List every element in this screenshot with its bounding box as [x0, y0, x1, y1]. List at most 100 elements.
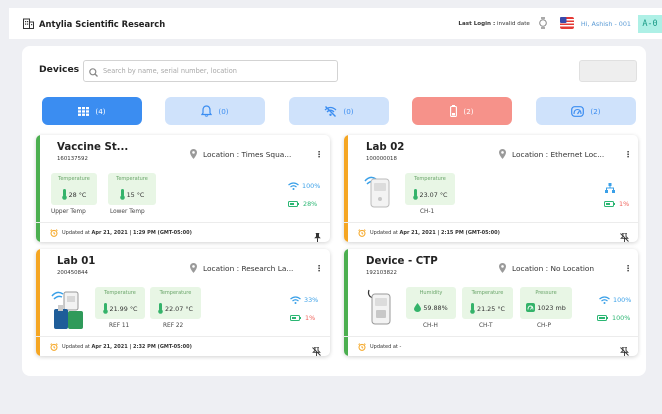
updated-time: Apr 21, 2021 | 1:29 PM (GMT-05:00)	[91, 229, 192, 236]
battery-value: 100%	[612, 314, 631, 322]
alarm-clock-icon	[358, 228, 366, 237]
droplet-icon	[414, 303, 422, 312]
pin-icon[interactable]	[314, 227, 321, 242]
filter-count: (0)	[218, 106, 229, 116]
filter-low-battery-button[interactable]: (2)	[412, 97, 512, 125]
building-icon	[23, 14, 34, 33]
battery-value: 28%	[303, 200, 318, 208]
alarm-clock-icon	[358, 342, 366, 351]
filter-count: (2)	[590, 106, 601, 116]
device-card[interactable]: Vaccine St... 160137592 Location : Times…	[36, 135, 330, 242]
filter-count: (2)	[463, 106, 474, 116]
updated-label: Updated at -	[370, 343, 402, 350]
signal-strength: 33%	[290, 296, 318, 304]
updated-label: Updated at	[370, 229, 398, 236]
last-login-value: invalid date	[496, 20, 530, 27]
top-bar: Antylia Scientific Research Last Login :…	[9, 8, 662, 39]
location-pin-icon	[190, 263, 197, 273]
app-title: Antylia Scientific Research	[39, 18, 166, 29]
wifi-icon	[599, 296, 610, 304]
sensor-label: Temperature	[58, 176, 90, 182]
sensor-sublabel: REF 22	[163, 323, 184, 329]
device-name[interactable]: Lab 01	[57, 256, 95, 267]
sensor-label: Temperature	[116, 176, 148, 182]
device-image-icon	[51, 291, 83, 329]
battery-icon	[288, 201, 299, 207]
search-box[interactable]	[83, 60, 338, 82]
device-card[interactable]: Lab 02 100000018 Location : Ethernet Loc…	[344, 135, 638, 242]
sensor-sublabel: CH-1	[420, 209, 435, 215]
search-icon	[89, 62, 98, 81]
filter-all-button[interactable]: (4)	[42, 97, 142, 125]
us-flag-icon[interactable]	[559, 14, 574, 33]
more-options-icon[interactable]: ⋮	[315, 265, 323, 273]
battery-icon	[450, 105, 458, 117]
filter-count: (4)	[95, 106, 106, 116]
device-name[interactable]: Device - CTP	[366, 256, 438, 267]
sensor-tile: Temperature 21.25 °C	[462, 287, 513, 319]
battery-value: 1%	[619, 200, 630, 208]
thermometer-icon	[102, 303, 108, 314]
device-location: Location : No Location	[499, 263, 594, 273]
signal-value: 33%	[304, 296, 319, 304]
sensor-sublabel: Lower Temp	[110, 209, 145, 215]
device-location: Location : Ethernet Loc...	[499, 149, 604, 159]
battery-icon	[604, 201, 615, 207]
device-card[interactable]: Device - CTP 192103822 Location : No Loc…	[344, 249, 638, 356]
sensor-tile: Temperature 15 °C	[108, 173, 156, 205]
thermometer-icon	[61, 189, 67, 200]
watch-icon[interactable]	[539, 14, 547, 33]
sensor-value: 21.25 °C	[477, 304, 505, 313]
device-name[interactable]: Vaccine St...	[57, 142, 128, 153]
sensor-value: 1023 mb	[537, 303, 566, 312]
thermometer-icon	[119, 189, 125, 200]
device-name[interactable]: Lab 02	[366, 142, 404, 153]
unpin-icon[interactable]	[620, 227, 629, 242]
sensor-sublabel: CH-H	[423, 323, 438, 329]
filter-alarms-button[interactable]: (0)	[165, 97, 265, 125]
sensor-sublabel: CH-T	[479, 323, 493, 329]
signal-strength: 100%	[599, 296, 631, 304]
battery-icon	[290, 315, 301, 321]
card-footer: Updated at -	[344, 336, 638, 356]
devices-panel: Devices (4) (0) (0) (2) (2) Vaccine St..…	[22, 46, 646, 376]
card-footer: Updated at Apr 21, 2021 | 2:15 PM (GMT-0…	[344, 222, 638, 242]
wifi-icon	[288, 182, 299, 190]
signal-strength: 100%	[288, 182, 320, 190]
battery-icon	[597, 315, 608, 321]
action-button[interactable]	[579, 60, 637, 82]
device-location: Location : Research La...	[190, 263, 293, 273]
battery-level: 1%	[604, 200, 629, 208]
more-options-icon[interactable]: ⋮	[315, 151, 323, 159]
search-input[interactable]	[103, 67, 323, 75]
filter-threshold-button[interactable]: (2)	[536, 97, 636, 125]
battery-level: 28%	[288, 200, 317, 208]
thermometer-icon	[158, 303, 163, 314]
unpin-icon[interactable]	[312, 341, 321, 356]
more-options-icon[interactable]: ⋮	[624, 151, 632, 159]
filter-offline-button[interactable]: (0)	[289, 97, 389, 125]
sensor-sublabel: Upper Temp	[51, 209, 86, 215]
device-card[interactable]: Lab 01 200450844 Location : Research La.…	[36, 249, 330, 356]
updated-time: Apr 21, 2021 | 2:32 PM (GMT-05:00)	[91, 343, 192, 350]
sensor-value: 59.88%	[423, 303, 448, 312]
sensor-value: 23.07 °C	[419, 190, 448, 199]
avatar[interactable]: A-0	[638, 14, 662, 33]
location-text: Location : Research La...	[203, 263, 294, 273]
grid-icon	[78, 106, 90, 116]
unpin-icon[interactable]	[620, 341, 629, 356]
user-greeting[interactable]: Hi, Ashish - 001	[581, 20, 631, 28]
bell-icon	[201, 105, 213, 117]
device-image-icon	[364, 176, 390, 208]
signal-value: 100%	[613, 296, 632, 304]
location-text: Location : No Location	[512, 263, 595, 273]
location-text: Location : Ethernet Loc...	[512, 149, 605, 159]
device-image-icon	[367, 289, 391, 325]
sensor-tile: Temperature 23.07 °C	[405, 173, 455, 205]
location-pin-icon	[499, 149, 506, 159]
sensor-label: Temperature	[414, 176, 446, 182]
brand[interactable]: Antylia Scientific Research	[23, 14, 165, 33]
updated-label: Updated at	[62, 343, 90, 350]
more-options-icon[interactable]: ⋮	[624, 265, 632, 273]
card-footer: Updated at Apr 21, 2021 | 2:32 PM (GMT-0…	[36, 336, 330, 356]
